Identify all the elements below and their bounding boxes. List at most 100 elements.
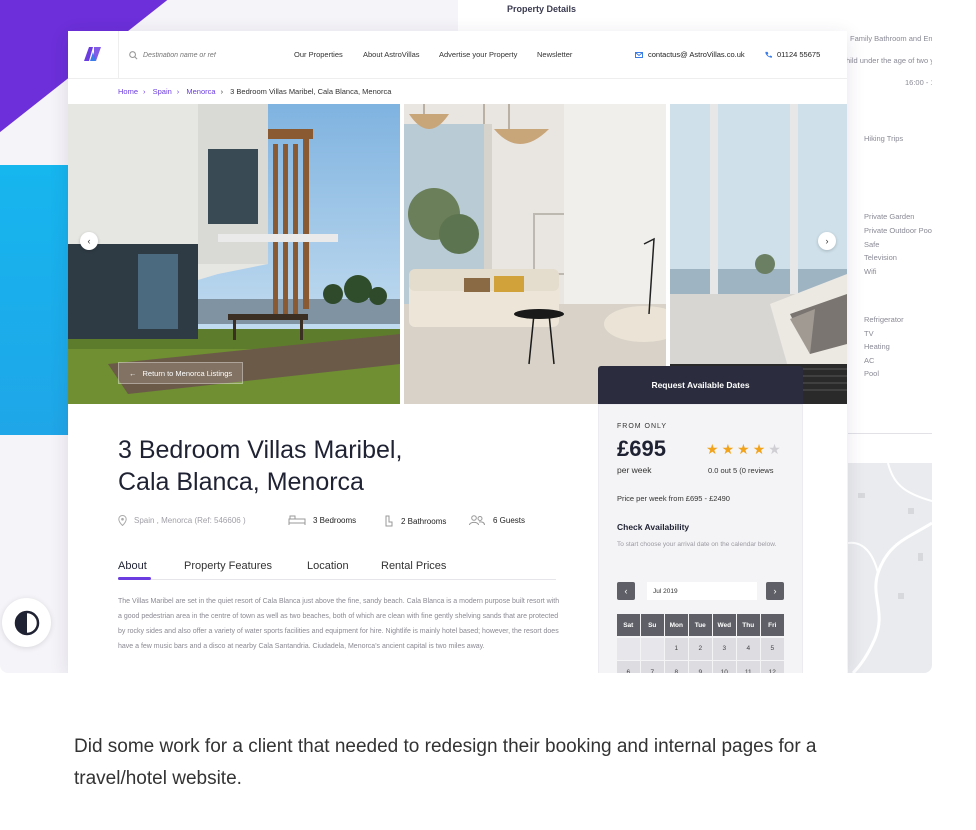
- breadcrumb-current: 3 Bedroom Villas Maribel, Cala Blanca, M…: [230, 87, 392, 96]
- background-text: Heating: [864, 342, 890, 351]
- background-text: Safe: [864, 240, 880, 249]
- from-only-label: FROM ONLY: [617, 423, 668, 430]
- gallery-next-button[interactable]: ›: [818, 232, 836, 250]
- property-title-line2: Cala Blanca, Menorca: [118, 468, 364, 496]
- tab-rental-prices[interactable]: Rental Prices: [381, 560, 446, 572]
- tab-property-features[interactable]: Property Features: [184, 560, 272, 572]
- chevron-right-icon: ›: [143, 87, 146, 96]
- email-text: contactus@ AstroVillas.co.uk: [648, 50, 745, 59]
- calendar-empty-cell: [641, 637, 664, 660]
- property-bedrooms: 3 Bedrooms: [288, 515, 356, 525]
- calendar-day[interactable]: 9: [689, 661, 712, 673]
- chevron-right-icon: ›: [176, 87, 180, 96]
- chevron-left-icon: ‹: [624, 586, 628, 596]
- map-roads-graphic: [848, 463, 932, 673]
- email-icon: [635, 51, 643, 58]
- background-map: [848, 463, 932, 673]
- hero-card: Property Details Family Bathroom and En …: [0, 0, 932, 673]
- per-week-label: per week: [617, 465, 652, 475]
- tab-location[interactable]: Location: [307, 560, 349, 572]
- property-guests: 6 Guests: [468, 515, 525, 526]
- contact-email[interactable]: contactus@ AstroVillas.co.uk: [635, 50, 745, 59]
- chevron-right-icon: ›: [220, 87, 224, 96]
- calendar-day[interactable]: 8: [665, 661, 688, 673]
- gallery-photo-living-room[interactable]: [404, 104, 666, 404]
- astrovillas-logo[interactable]: [84, 47, 102, 61]
- star-icon: ★: [721, 441, 738, 457]
- price: £695: [617, 436, 666, 461]
- nav-link-newsletter[interactable]: Newsletter: [537, 50, 572, 59]
- reviews-text[interactable]: 0.0 out 5 (0 reviews: [708, 466, 773, 475]
- calendar-day[interactable]: 4: [737, 637, 760, 660]
- background-text: Private Outdoor Pool: [864, 226, 932, 235]
- theme-toggle-button[interactable]: [2, 598, 51, 647]
- arrow-left-icon: ←: [129, 368, 137, 378]
- return-to-listings-button[interactable]: ← Return to Menorca Listings: [118, 362, 244, 384]
- background-text: 16:00 - 1: [905, 78, 932, 87]
- search-icon: [129, 50, 138, 59]
- price-range: Price per week from £695 - £2490: [617, 494, 730, 503]
- gallery-prev-button[interactable]: ‹: [80, 232, 98, 250]
- gallery-photo-villa-exterior[interactable]: ‹ ← Return to Menorca Listings: [68, 104, 400, 404]
- breadcrumb-spain[interactable]: Spain: [153, 87, 172, 96]
- calendar-prev-button[interactable]: ‹: [617, 582, 635, 600]
- guests-text: 6 Guests: [493, 516, 526, 525]
- check-availability-instructions: To start choose your arrival date on the…: [617, 541, 777, 548]
- active-tab-indicator: [118, 577, 151, 580]
- guests-icon: [469, 515, 485, 526]
- calendar-day[interactable]: 11: [737, 661, 760, 673]
- calendar-day[interactable]: 3: [713, 637, 736, 660]
- property-title: 3 Bedroom Villas Maribel, Cala Blanca, M…: [118, 434, 538, 498]
- weekday-header: Wed: [713, 614, 736, 636]
- property-title-line1: 3 Bedroom Villas Maribel,: [118, 436, 403, 464]
- check-availability-title: Check Availability: [617, 522, 690, 532]
- calendar-day[interactable]: 6: [617, 661, 640, 673]
- calendar-day[interactable]: 2: [689, 637, 712, 660]
- breadcrumb-menorca[interactable]: Menorca: [186, 87, 215, 96]
- calendar-next-button[interactable]: ›: [766, 582, 784, 600]
- breadcrumb-home[interactable]: Home: [118, 87, 138, 96]
- gallery-photo-bedroom[interactable]: ›: [670, 104, 847, 404]
- contact-phone[interactable]: 01124 55675: [765, 50, 820, 59]
- page: Property Details Family Bathroom and En …: [0, 0, 976, 830]
- calendar-day[interactable]: 1: [665, 637, 688, 660]
- location-text: Spain , Menorca (Ref: 546606 ): [134, 516, 246, 525]
- calendar-month-select[interactable]: Jul 2019: [647, 582, 757, 600]
- tab-about[interactable]: About: [118, 560, 147, 572]
- calendar-empty-cell: [617, 637, 640, 660]
- background-text: TV: [864, 329, 874, 338]
- background-text: Refrigerator: [864, 315, 904, 324]
- property-location: Spain , Menorca (Ref: 546606 ): [118, 515, 246, 526]
- background-text: Hiking Trips: [864, 134, 904, 143]
- background-section-title: Property Details: [507, 4, 577, 14]
- bed-icon: [288, 515, 306, 525]
- nav-link-advertise[interactable]: Advertise your Property: [439, 50, 517, 59]
- return-label: Return to Menorca Listings: [142, 368, 233, 378]
- star-icon: ★: [706, 441, 722, 457]
- request-dates-button[interactable]: Request Available Dates: [598, 366, 803, 404]
- background-divider: [848, 433, 932, 434]
- property-tabs: About Property Features Location Rental …: [118, 555, 556, 580]
- star-icon: ★: [737, 441, 753, 457]
- calendar-day[interactable]: 7: [641, 661, 664, 673]
- star-empty-icon: ★: [768, 441, 784, 457]
- website-mockup: Our Properties About AstroVillas Adverti…: [68, 31, 847, 673]
- calendar-day[interactable]: 5: [761, 637, 784, 660]
- star-icon: ★: [752, 441, 769, 457]
- living-room-image: [404, 104, 666, 404]
- chevron-right-icon: ›: [825, 236, 829, 246]
- calendar-day[interactable]: 10: [713, 661, 736, 673]
- search-box[interactable]: [118, 31, 238, 79]
- blue-decoration: [0, 165, 72, 435]
- breadcrumb: Home › Spain › Menorca › 3 Bedroom Villas M…: [118, 87, 391, 96]
- weekday-header: Tue: [689, 614, 712, 636]
- nav-link-our-properties[interactable]: Our Properties: [294, 50, 343, 59]
- calendar-day[interactable]: 12: [761, 661, 784, 673]
- bedroom-image: [670, 104, 847, 404]
- background-text: Pool: [864, 369, 880, 378]
- search-input[interactable]: [143, 51, 233, 59]
- nav-link-about[interactable]: About AstroVillas: [363, 50, 420, 59]
- post-caption: Did some work for a client that needed t…: [74, 736, 817, 789]
- photo-gallery: ‹ ← Return to Menorca Listings ›: [68, 104, 847, 404]
- weekday-header: Mon: [665, 614, 688, 636]
